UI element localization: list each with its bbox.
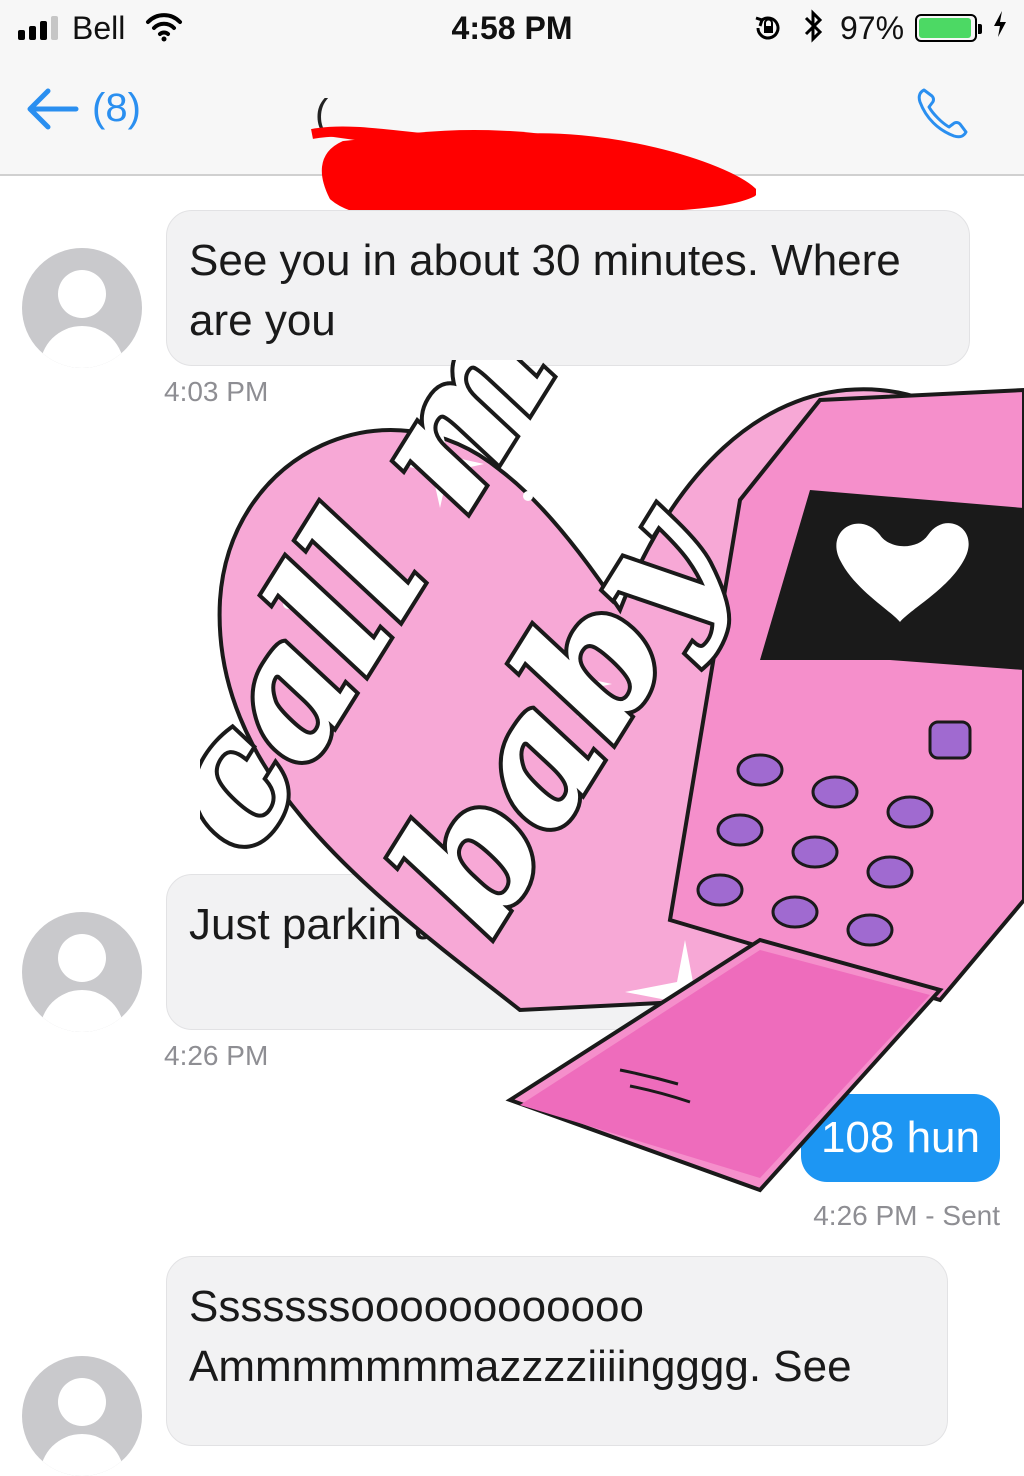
message-text: Sssssssoooooooooooo Ammmmmmmazzzziiiingg… (189, 1282, 852, 1391)
incoming-message[interactable]: See you in about 30 minutes. Where are y… (166, 210, 970, 366)
status-bar: Bell 4:58 PM 97% (0, 0, 1024, 56)
timestamp-sent: 4:26 PM - Sent (813, 1200, 1000, 1231)
phone-icon[interactable] (912, 84, 972, 144)
battery-percent: 97% (840, 10, 905, 46)
call-me-baby-sticker[interactable]: call me call me baby baby (200, 360, 1024, 1200)
rotation-lock-icon (755, 16, 780, 40)
battery-icon (915, 14, 982, 42)
message-text: See you in about 30 minutes. Where are y… (189, 236, 901, 345)
avatar (22, 248, 142, 368)
avatar (22, 912, 142, 1032)
conversation-header: (8) ( (0, 56, 1024, 221)
avatar (22, 1356, 142, 1476)
back-arrow-icon (27, 88, 79, 129)
incoming-message[interactable]: Sssssssoooooooooooo Ammmmmmmazzzziiiingg… (166, 1256, 948, 1446)
battery-fill (919, 18, 972, 38)
unread-count: (8) (92, 86, 141, 130)
charging-icon (994, 11, 1006, 37)
back-button[interactable]: (8) (24, 86, 141, 131)
bluetooth-icon (804, 9, 823, 43)
